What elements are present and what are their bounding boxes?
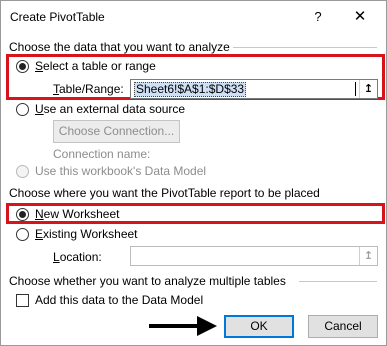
table-range-value: Sheet6!$A$1:$D$33: [134, 82, 247, 97]
table-range-input[interactable]: Sheet6!$A$1:$D$33 ↥: [130, 79, 378, 99]
location-input[interactable]: ↥: [130, 246, 378, 266]
title-bar: Create PivotTable ? ✕: [1, 1, 386, 33]
checkbox-add-to-data-model[interactable]: Add this data to the Data Model: [16, 293, 203, 307]
dialog-title: Create PivotTable: [10, 10, 105, 24]
radio-label: Existing Worksheet: [35, 227, 138, 241]
choose-connection-button[interactable]: Choose Connection...: [53, 120, 180, 143]
collapse-dialog-icon[interactable]: ↥: [359, 247, 377, 265]
section-placement-heading: Choose where you want the PivotTable rep…: [9, 186, 320, 200]
radio-label: Use an external data source: [35, 102, 186, 116]
radio-button[interactable]: [16, 227, 29, 241]
create-pivottable-dialog: Create PivotTable ? ✕ Choose the data th…: [0, 0, 387, 346]
checkbox[interactable]: [16, 293, 29, 307]
radio-select-table-range[interactable]: Select a table or range: [16, 59, 156, 73]
radio-button-disabled: [16, 164, 29, 178]
radio-label: New Worksheet: [35, 207, 120, 221]
radio-button[interactable]: [16, 102, 29, 116]
section-analyze-heading: Choose the data that you want to analyze: [9, 40, 230, 54]
radio-button-selected[interactable]: [16, 207, 29, 221]
cancel-button[interactable]: Cancel: [308, 315, 378, 338]
radio-use-data-model: Use this workbook's Data Model: [16, 164, 206, 178]
help-button[interactable]: ?: [304, 5, 332, 29]
radio-new-worksheet[interactable]: New Worksheet: [16, 207, 119, 221]
section-multiple-tables-heading: Choose whether you want to analyze multi…: [9, 274, 286, 288]
checkbox-label: Add this data to the Data Model: [35, 293, 204, 307]
radio-button-selected[interactable]: [16, 59, 29, 73]
text-caret: [355, 82, 356, 96]
ok-button[interactable]: OK: [224, 315, 294, 338]
section-divider: [233, 47, 377, 48]
connection-name-label: Connection name:: [53, 147, 151, 161]
radio-existing-worksheet[interactable]: Existing Worksheet: [16, 227, 138, 241]
table-range-label: Table/Range:: [53, 82, 124, 96]
collapse-dialog-icon[interactable]: ↥: [359, 80, 377, 98]
location-label: Location:: [53, 250, 102, 264]
arrow-right-icon: [149, 316, 217, 336]
radio-label: Select a table or range: [35, 59, 156, 73]
close-button[interactable]: ✕: [346, 5, 374, 29]
section-divider: [299, 281, 377, 282]
radio-external-data-source[interactable]: Use an external data source: [16, 102, 185, 116]
radio-label: Use this workbook's Data Model: [35, 164, 207, 178]
